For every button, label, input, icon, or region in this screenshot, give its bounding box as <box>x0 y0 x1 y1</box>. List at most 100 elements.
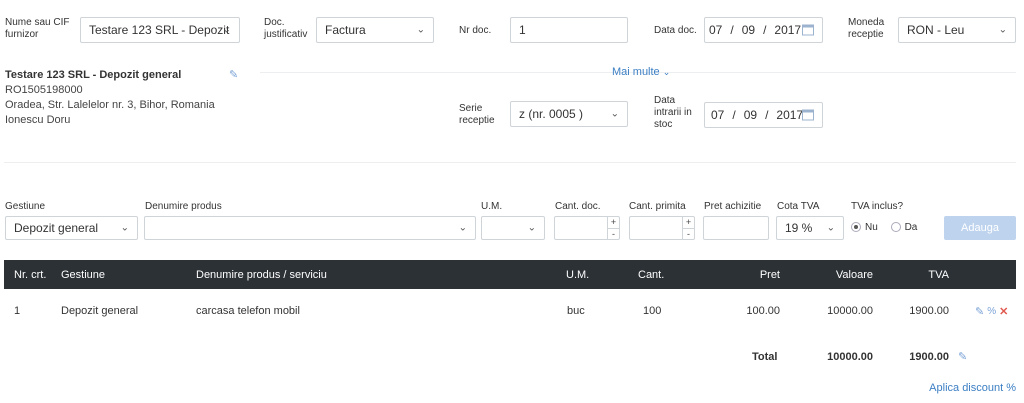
produs-label: Denumire produs <box>145 201 222 212</box>
total-tva: 1900.00 <box>909 351 949 363</box>
chevron-down-icon: ⌄ <box>527 222 536 234</box>
table-header: Nr. crt. Gestiune Denumire produs / serv… <box>4 260 1016 289</box>
datadoc-input[interactable]: 07 / 09 / 2017 <box>704 17 823 43</box>
currency-label: Moneda receptie <box>848 17 885 40</box>
calendar-icon[interactable] <box>802 24 814 36</box>
supplier-cif: RO1505198000 <box>5 84 83 96</box>
pret-input[interactable] <box>703 216 769 240</box>
row-actions: ✎ % ✕ <box>975 296 1008 326</box>
chevron-down-icon: ⌄ <box>610 108 619 120</box>
cell-valoare: 10000.00 <box>827 305 873 317</box>
col-nr: Nr. crt. <box>14 268 47 281</box>
doc-select[interactable]: Factura ⌄ <box>316 17 434 43</box>
table-row: 1 Depozit general carcasa telefon mobil … <box>4 296 1016 326</box>
cell-gestiune: Depozit general <box>61 305 139 317</box>
cell-cant: 100 <box>643 305 662 317</box>
chevron-down-icon: ⌄ <box>120 222 129 234</box>
currency-select-value: RON - Leu <box>907 23 965 37</box>
date-separator: / <box>730 23 734 37</box>
add-button[interactable]: Adauga <box>944 216 1016 240</box>
tvainc-label: TVA inclus? <box>851 201 904 212</box>
stock-date-month: 09 <box>743 108 758 122</box>
chevron-down-icon: ⌄ <box>826 222 835 234</box>
radio-da-label: Da <box>904 222 918 233</box>
cantprim-input[interactable]: + - <box>629 216 695 240</box>
pencil-icon[interactable]: ✎ <box>975 305 984 318</box>
um-label: U.M. <box>481 201 503 212</box>
radio-nu-label: Nu <box>865 222 878 233</box>
delete-icon[interactable]: ✕ <box>999 305 1008 318</box>
supplier-select-value: Testare 123 SRL - Depozit <box>89 23 230 37</box>
calendar-icon[interactable] <box>802 109 814 121</box>
more-link-label: Mai multe <box>612 66 660 78</box>
increment-button[interactable]: + <box>683 217 694 229</box>
cantprim-label: Cant. primita <box>629 201 686 212</box>
datadoc-day: 07 <box>709 23 723 37</box>
supplier-address: Oradea, Str. Lalelelor nr. 3, Bihor, Rom… <box>5 99 215 111</box>
cell-tva: 1900.00 <box>909 305 949 317</box>
supplier-label: Nume sau CIF furnizor <box>5 17 70 40</box>
decrement-button[interactable]: - <box>683 229 694 240</box>
date-separator: / <box>765 108 769 122</box>
cantdoc-label: Cant. doc. <box>555 201 601 212</box>
chevron-down-icon: ⌄ <box>222 24 231 36</box>
cantdoc-input[interactable]: + - <box>554 216 620 240</box>
radio-nu[interactable] <box>851 222 861 233</box>
col-cant: Cant. <box>638 268 665 281</box>
col-valoare: Valoare <box>835 268 873 281</box>
nrdoc-value: 1 <box>519 23 526 37</box>
col-um: U.M. <box>566 268 590 281</box>
total-value: 10000.00 <box>827 351 873 363</box>
cota-label: Cota TVA <box>777 201 820 212</box>
increment-button[interactable]: + <box>608 217 619 229</box>
col-denumire: Denumire produs / serviciu <box>196 268 327 281</box>
gestiune-select[interactable]: Depozit general ⌄ <box>5 216 138 240</box>
tvainc-radio-group: Nu Da <box>851 222 917 233</box>
datadoc-label: Data doc. <box>654 25 697 36</box>
cell-denumire: carcasa telefon mobil <box>196 305 300 317</box>
date-separator: / <box>763 23 767 37</box>
cota-select-value: 19 % <box>785 221 813 235</box>
pencil-icon[interactable]: ✎ <box>958 350 967 363</box>
pencil-icon[interactable]: ✎ <box>229 68 238 81</box>
cota-select[interactable]: 19 % ⌄ <box>776 216 844 240</box>
datadoc-month: 09 <box>741 23 756 37</box>
produs-select[interactable]: ⌄ <box>144 216 476 240</box>
supplier-select[interactable]: Testare 123 SRL - Depozit ⌄ <box>80 17 240 43</box>
chevron-down-icon: ⌄ <box>458 222 467 234</box>
stock-date-day: 07 <box>711 108 725 122</box>
stock-date-label: Data intrarii in stoc <box>654 95 692 130</box>
chevron-down-icon: ⌄ <box>662 67 671 77</box>
col-gestiune: Gestiune <box>61 268 106 281</box>
cell-um: buc <box>567 305 585 317</box>
divider <box>4 162 1016 163</box>
stock-date-input[interactable]: 07 / 09 / 2017 <box>704 102 823 128</box>
serie-label: Serie receptie <box>459 103 495 126</box>
serie-select[interactable]: z (nr. 0005 ) ⌄ <box>510 101 628 127</box>
percent-icon[interactable]: % <box>987 306 996 317</box>
decrement-button[interactable]: - <box>608 229 619 240</box>
more-link[interactable]: Mai multe ⌄ <box>612 66 670 78</box>
serie-select-value: z (nr. 0005 ) <box>519 107 584 121</box>
currency-select[interactable]: RON - Leu ⌄ <box>898 17 1016 43</box>
cantdoc-stepper[interactable]: + - <box>607 217 619 239</box>
radio-da[interactable] <box>890 222 901 233</box>
col-tva: TVA <box>928 268 949 281</box>
doc-select-value: Factura <box>325 23 366 37</box>
cell-nr: 1 <box>14 305 21 317</box>
discount-link[interactable]: Aplica discount % <box>929 382 1016 394</box>
col-pret: Pret <box>759 268 780 281</box>
total-label: Total <box>752 351 778 363</box>
gestiune-label: Gestiune <box>5 201 46 212</box>
cantprim-stepper[interactable]: + - <box>682 217 694 239</box>
gestiune-select-value: Depozit general <box>14 221 99 235</box>
chevron-down-icon: ⌄ <box>416 24 425 36</box>
chevron-down-icon: ⌄ <box>998 24 1007 36</box>
pret-label: Pret achizitie <box>704 201 762 212</box>
um-select[interactable]: ⌄ <box>481 216 545 240</box>
nrdoc-input[interactable]: 1 <box>510 17 628 43</box>
doc-label: Doc. justificativ <box>264 17 308 40</box>
supplier-person: Ionescu Doru <box>5 114 71 126</box>
datadoc-year: 2017 <box>774 23 802 37</box>
supplier-name: Testare 123 SRL - Depozit general <box>5 69 182 81</box>
